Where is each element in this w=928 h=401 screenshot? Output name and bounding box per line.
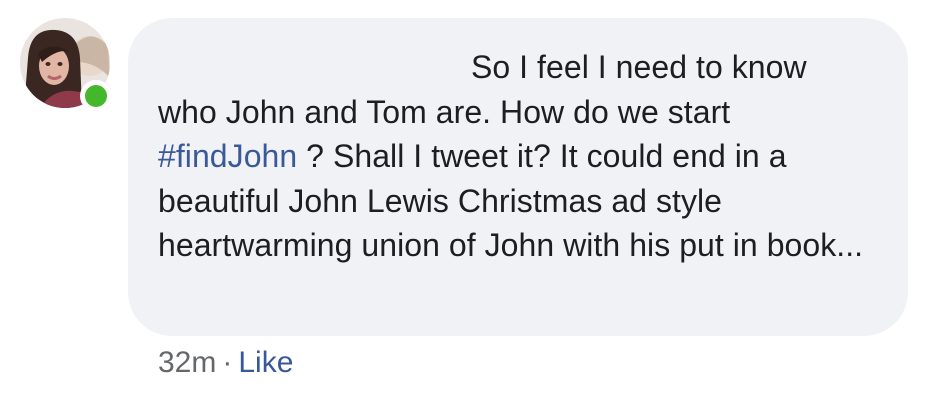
online-status-indicator bbox=[80, 80, 112, 112]
separator-dot: · bbox=[222, 346, 233, 379]
like-button[interactable]: Like bbox=[238, 346, 293, 379]
online-dot-icon bbox=[85, 85, 107, 107]
comment-timestamp[interactable]: 32m bbox=[158, 346, 216, 379]
comment-text-part: So I feel I need to know who John and To… bbox=[158, 49, 807, 130]
comment-bubble: So I feel I need to know who John and To… bbox=[128, 18, 908, 336]
comment-text: So I feel I need to know who John and To… bbox=[158, 45, 870, 268]
hashtag-link[interactable]: #findJohn bbox=[158, 138, 297, 174]
comment-actions: 32m · Like bbox=[158, 343, 293, 383]
